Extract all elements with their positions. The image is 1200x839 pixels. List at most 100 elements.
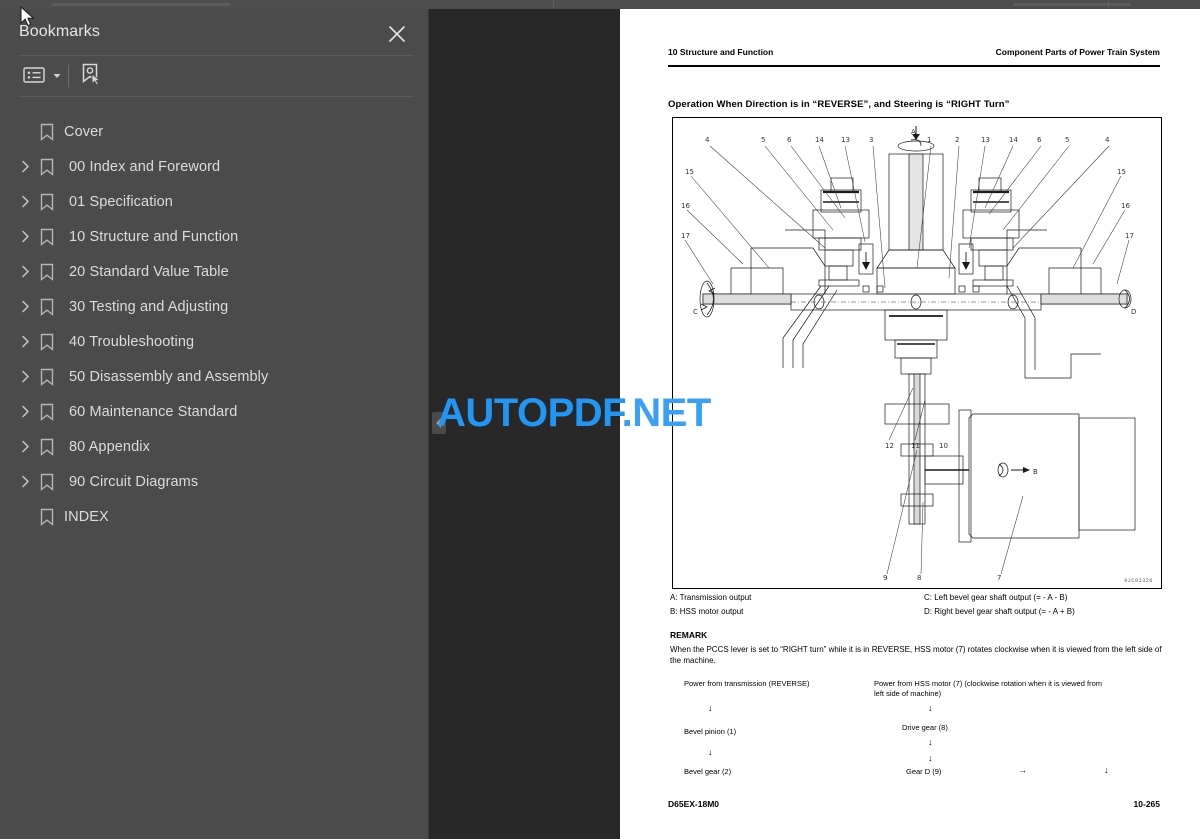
- bookmark-item-60-maintenance-standard[interactable]: 60 Maintenance Standard: [0, 394, 428, 429]
- bookmark-icon: [37, 437, 57, 457]
- chevron-right-icon[interactable]: [16, 193, 34, 211]
- svg-text:6: 6: [787, 136, 792, 144]
- svg-text:13: 13: [841, 136, 850, 144]
- flow-right-step-1: Drive gear (8): [902, 723, 948, 732]
- chevron-right-icon[interactable]: [16, 263, 34, 281]
- svg-text:C: C: [693, 308, 698, 316]
- flow-left-step-1: Bevel pinion (1): [684, 727, 737, 736]
- svg-text:15: 15: [685, 168, 694, 176]
- chevron-right-icon[interactable]: [16, 333, 34, 351]
- toolbar-item-group-left[interactable]: [52, 3, 230, 6]
- bookmark-item-index[interactable]: INDEX: [0, 499, 428, 534]
- bookmark-label: 50 Disassembly and Assembly: [69, 368, 269, 385]
- bookmark-icon: [37, 332, 57, 352]
- sidebar-collapse-handle[interactable]: [432, 412, 446, 434]
- svg-text:10: 10: [939, 442, 948, 450]
- bookmark-item-30-testing-and-adjusting[interactable]: 30 Testing and Adjusting: [0, 289, 428, 324]
- svg-text:14: 14: [815, 136, 824, 144]
- flow-left-step-2: Bevel gear (2): [684, 767, 732, 776]
- bookmark-label: 00 Index and Foreword: [69, 158, 221, 175]
- new-bookmark-icon[interactable]: [78, 61, 104, 87]
- bookmark-item-50-disassembly-and-assembly[interactable]: 50 Disassembly and Assembly: [0, 359, 428, 394]
- bookmark-icon: [37, 192, 57, 212]
- bookmarks-list: Cover 00 Index and Foreword 01 Specifica…: [0, 114, 428, 534]
- svg-text:3: 3: [869, 136, 873, 144]
- svg-text:5: 5: [1065, 136, 1069, 144]
- svg-text:D: D: [1131, 308, 1136, 316]
- figure-drawing-number: 9JC01320: [1124, 578, 1153, 584]
- svg-text:A: A: [911, 128, 916, 136]
- toolbar-item-group-right[interactable]: [1013, 3, 1131, 6]
- bookmark-item-20-standard-value-table[interactable]: 20 Standard Value Table: [0, 254, 428, 289]
- bookmarks-toolbar: [0, 56, 428, 98]
- svg-text:13: 13: [981, 136, 990, 144]
- legend-item-d: D: Right bevel gear shaft output (= - A …: [924, 607, 1075, 616]
- svg-text:4: 4: [1105, 136, 1110, 144]
- chevron-left-icon: [436, 418, 441, 428]
- bookmark-icon: [37, 367, 57, 387]
- pdf-page[interactable]: 10 Structure and Function Component Part…: [620, 9, 1200, 839]
- svg-text:12: 12: [885, 442, 894, 450]
- svg-text:5: 5: [761, 136, 765, 144]
- flow-right-arrow-3: ↓: [928, 753, 933, 763]
- flow-left-arrow-1: ↓: [708, 703, 713, 713]
- bookmarks-panel: Bookmarks Cover 00 Index and Foreword 01…: [0, 9, 429, 839]
- svg-text:17: 17: [681, 232, 690, 240]
- bookmark-label: 60 Maintenance Standard: [69, 403, 238, 420]
- svg-text:16: 16: [1121, 202, 1130, 210]
- bookmark-item-10-structure-and-function[interactable]: 10 Structure and Function: [0, 219, 428, 254]
- bookmark-item-01-specification[interactable]: 01 Specification: [0, 184, 428, 219]
- running-head-right: Component Parts of Power Train System: [995, 47, 1160, 57]
- page-footer-model: D65EX-18M0: [668, 799, 720, 809]
- chevron-right-icon[interactable]: [16, 473, 34, 491]
- chevron-right-icon[interactable]: [16, 368, 34, 386]
- chevron-right-icon[interactable]: [16, 403, 34, 421]
- svg-text:11: 11: [911, 442, 920, 450]
- bookmark-icon: [37, 157, 57, 177]
- svg-text:2: 2: [955, 136, 959, 144]
- bookmarks-panel-header: Bookmarks: [0, 9, 428, 56]
- page-title: Operation When Direction is in “REVERSE”…: [668, 99, 1010, 110]
- bookmark-label: 80 Appendix: [69, 438, 150, 455]
- bookmark-item-90-circuit-diagrams[interactable]: 90 Circuit Diagrams: [0, 464, 428, 499]
- legend-item-b: B: HSS motor output: [670, 607, 744, 616]
- bookmark-item-80-appendix[interactable]: 80 Appendix: [0, 429, 428, 464]
- chevron-right-icon[interactable]: [16, 298, 34, 316]
- chevron-right-icon[interactable]: [16, 228, 34, 246]
- page-running-head: 10 Structure and Function Component Part…: [668, 47, 1160, 63]
- bookmark-label: Cover: [64, 123, 104, 140]
- toolbar-divider: [68, 65, 69, 87]
- running-head-left: 10 Structure and Function: [668, 47, 774, 57]
- svg-text:14: 14: [1009, 136, 1018, 144]
- bookmark-label: 20 Standard Value Table: [69, 263, 229, 280]
- svg-text:16: 16: [681, 202, 690, 210]
- chevron-right-icon[interactable]: [16, 438, 34, 456]
- bookmark-item-40-troubleshooting[interactable]: 40 Troubleshooting: [0, 324, 428, 359]
- bookmark-label: 30 Testing and Adjusting: [69, 298, 229, 315]
- bookmark-label: 01 Specification: [69, 193, 173, 210]
- flow-cross-arrow: →: [1018, 765, 1027, 775]
- close-icon[interactable]: [386, 23, 408, 45]
- viewer-gutter: [429, 9, 620, 839]
- flow-right-arrow-2: ↓: [928, 737, 933, 747]
- toolbar-separator-2: [1108, 1, 1109, 8]
- flow-right-arrow-1: ↓: [928, 703, 933, 713]
- list-options-icon[interactable]: [21, 62, 47, 88]
- bookmark-label: INDEX: [64, 508, 109, 525]
- running-head-rule: [668, 65, 1160, 67]
- bookmark-icon: [37, 122, 57, 142]
- chevron-right-icon[interactable]: [16, 158, 34, 176]
- flow-left-title: Power from transmission (REVERSE): [684, 679, 810, 688]
- svg-text:4: 4: [705, 136, 710, 144]
- bookmark-item-00-index-and-foreword[interactable]: 00 Index and Foreword: [0, 149, 428, 184]
- bookmark-item-cover[interactable]: Cover: [0, 114, 428, 149]
- remark-heading: REMARK: [670, 630, 708, 640]
- flow-right-title: Power from HSS motor (7) (clockwise rota…: [874, 679, 1102, 698]
- svg-text:15: 15: [1117, 168, 1126, 176]
- svg-text:17: 17: [1125, 232, 1134, 240]
- chevron-down-icon[interactable]: [52, 68, 62, 78]
- bookmark-icon: [37, 472, 57, 492]
- bookmark-icon: [37, 262, 57, 282]
- figure-power-train-diagram: 4 5 6 14 13 3 15 16 17 A 1 2 13 14 6 5 4…: [672, 117, 1162, 589]
- legend-item-a: A: Transmission output: [670, 593, 752, 602]
